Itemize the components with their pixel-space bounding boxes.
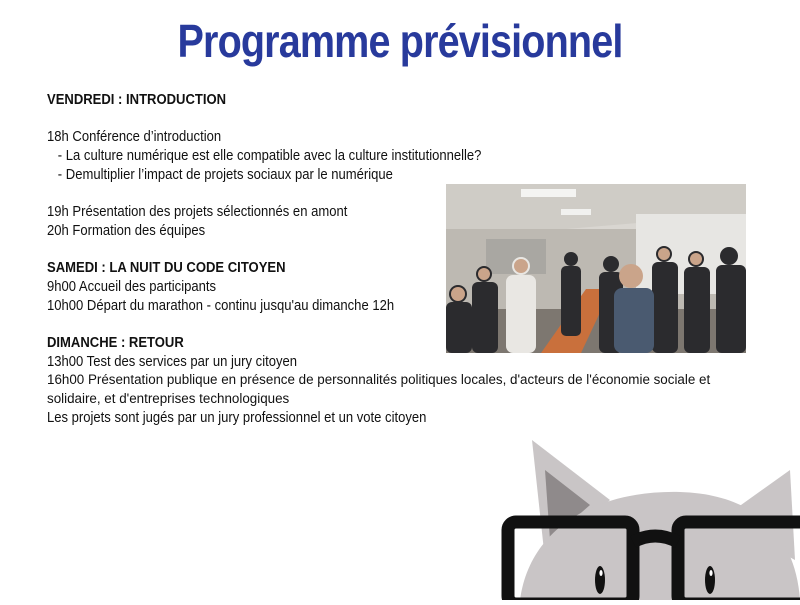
event-group-photo bbox=[446, 184, 746, 353]
cat-mascot-with-glasses bbox=[490, 430, 800, 605]
sunday-item-judging: Les projets sont jugés par un jury profe… bbox=[47, 409, 427, 426]
sunday-item-public-presentation: 16h00 Présentation publique en présence … bbox=[47, 372, 711, 407]
cat-mascot-icon bbox=[501, 440, 800, 605]
photo-icon bbox=[446, 184, 746, 353]
sunday-item-test: 13h00 Test des services par un jury cito… bbox=[47, 353, 298, 370]
page-title: Programme prévisionnel bbox=[177, 15, 624, 67]
friday-item-conference: 18h Conférence d’introduction bbox=[47, 129, 222, 146]
friday-subitem-impact: - Demultiplier l’impact de projets socia… bbox=[57, 166, 393, 183]
friday-header: VENDREDI : INTRODUCTION bbox=[47, 92, 227, 108]
friday-subitem-culture: - La culture numérique est elle compatib… bbox=[57, 148, 482, 165]
